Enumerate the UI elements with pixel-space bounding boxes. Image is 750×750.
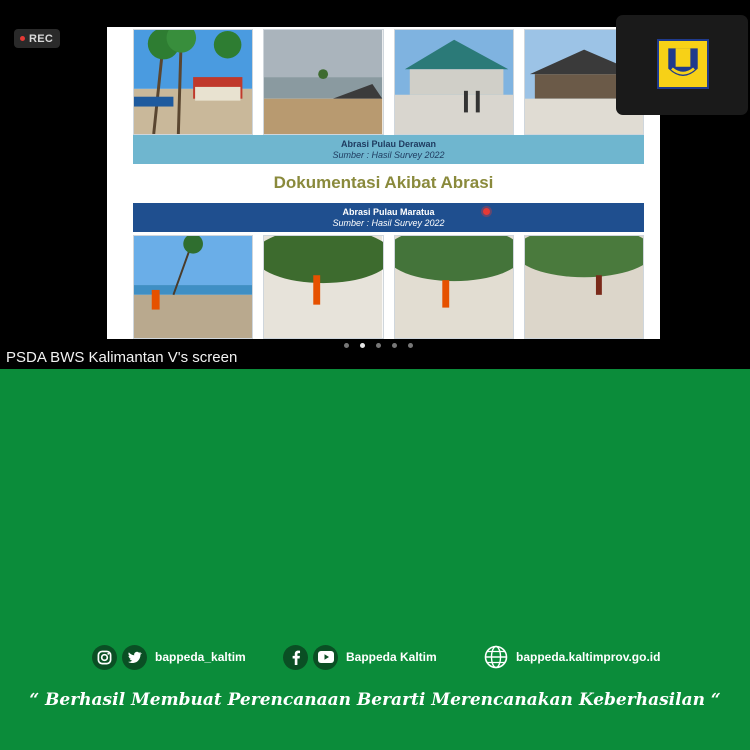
social-handle[interactable]: bappeda_kaltim [155,650,246,664]
derawan-caption-title: Abrasi Pulau Derawan [340,138,437,149]
footer-banner: bappeda_kaltim Bappeda Kaltim bappeda.ka… [0,369,750,750]
website-group[interactable]: bappeda.kaltimprov.go.id [483,643,660,671]
screen-share-label: PSDA BWS Kalimantan V's screen [6,349,238,366]
tagline: “ Berhasil Membuat Perencanaan Berarti M… [29,690,721,710]
pier-house-photo [393,29,514,135]
globe-icon [483,645,508,670]
eroded-shore-photo [263,29,384,135]
maratua-caption-source: Sumber : Hasil Survey 2022 [332,217,445,228]
pager-dot[interactable] [376,343,381,348]
video-call-area: REC Abrasi Pulau Derawan Sumber: Hasil … [0,0,750,369]
derawan-caption-source: Sumber : Hasil Survey 2022 [332,149,445,160]
pager-dot-active[interactable] [360,343,365,348]
shared-slide: Abrasi Pulau Derawan Sumber : Hasil Surv… [107,27,660,339]
pu-logo-icon [657,39,709,89]
website-link[interactable]: bappeda.kaltimprov.go.id [516,650,660,664]
maratua-caption: Abrasi Pulau Maratua Sumber : Hasil Surv… [133,203,644,232]
instagram-icon [92,644,117,670]
pager-dot[interactable] [408,343,413,348]
coast-person-photo [133,235,254,339]
laser-pointer-icon [483,208,490,215]
record-dot-icon [20,36,25,41]
tree-beach-photo-3 [523,235,644,339]
recording-label: REC [29,32,54,45]
channel-name[interactable]: Bappeda Kaltim [346,650,437,664]
youtube-icon [313,644,338,670]
slide-heading: Dokumentasi Akibat Abrasi [273,173,494,192]
top-photo-row [133,29,644,135]
derawan-caption: Abrasi Pulau Derawan Sumber : Hasil Surv… [133,135,644,164]
instagram-twitter-group[interactable]: bappeda_kaltim [92,643,246,671]
tree-beach-photo-1 [263,235,384,339]
facebook-icon [283,644,308,670]
pager-dot[interactable] [344,343,349,348]
tree-beach-photo-2 [393,235,514,339]
facebook-youtube-group[interactable]: Bappeda Kaltim [283,643,437,671]
slide-pager[interactable] [344,343,413,348]
recording-badge: REC [14,29,60,48]
maratua-caption-title: Abrasi Pulau Maratua [342,206,435,217]
participant-tile[interactable] [616,15,748,115]
beach-palm-photo [133,29,254,135]
bottom-photo-row [133,235,644,339]
social-row: bappeda_kaltim Bappeda Kaltim bappeda.ka… [0,643,750,671]
pager-dot[interactable] [392,343,397,348]
twitter-icon [122,644,147,670]
